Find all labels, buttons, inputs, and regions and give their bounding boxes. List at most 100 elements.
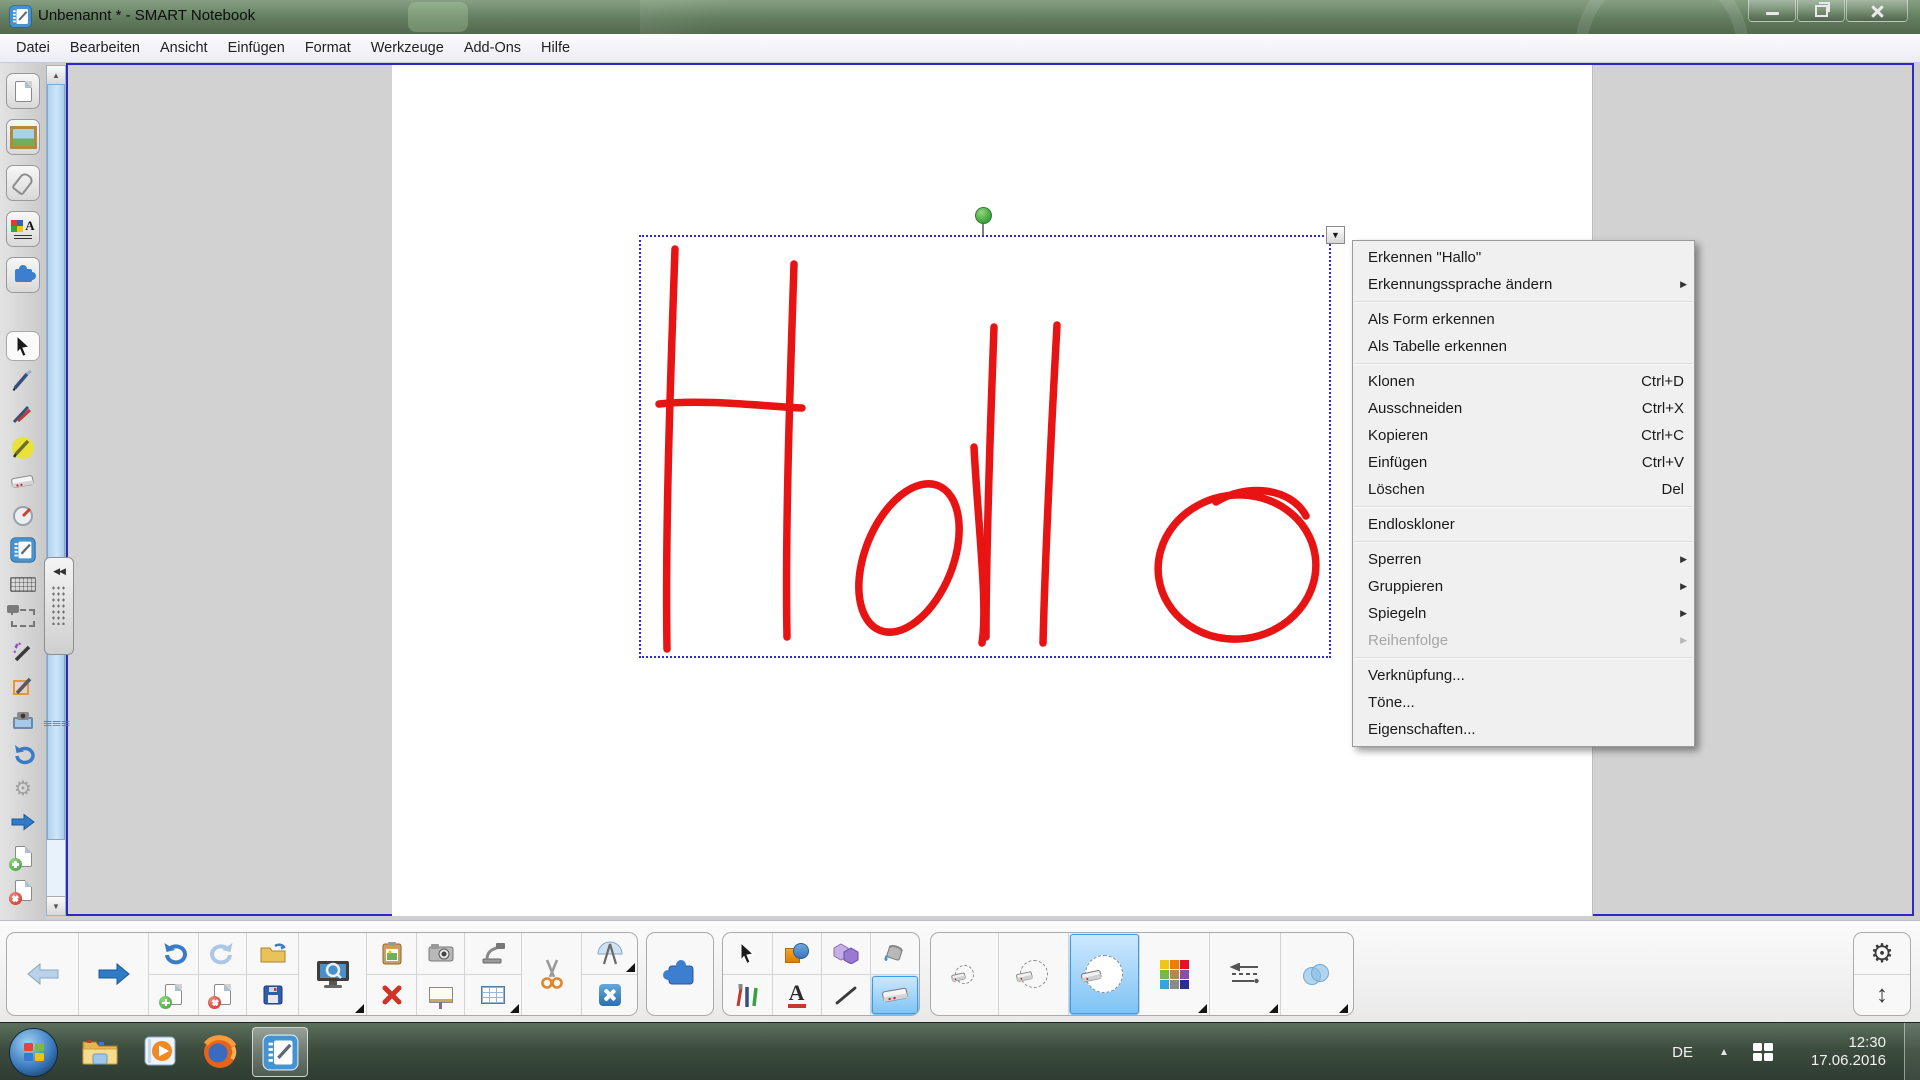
- context-item-gruppieren[interactable]: Gruppieren ▶: [1353, 573, 1694, 600]
- sidebar-tab-page-sorter[interactable]: [6, 73, 40, 109]
- context-item-erkennungssprache[interactable]: Erkennungssprache ändern ▶: [1353, 271, 1694, 298]
- sidebar-tool-add-page[interactable]: [6, 841, 40, 871]
- windows-update-tray-icon[interactable]: [1753, 1043, 1773, 1061]
- sidebar-tool-magic-pen[interactable]: [6, 637, 40, 667]
- eraser-large-button[interactable]: [1069, 933, 1140, 1015]
- taskbar-app-firefox[interactable]: [192, 1027, 248, 1077]
- sidebar-tool-pen[interactable]: [6, 365, 40, 395]
- show-hide-button[interactable]: [582, 975, 637, 1016]
- undo-button[interactable]: [149, 933, 198, 975]
- sidebar-tool-screen-capture[interactable]: [6, 603, 40, 633]
- context-item-endloskloner[interactable]: Endloskloner: [1353, 511, 1694, 538]
- sidebar-tab-gallery[interactable]: [6, 119, 40, 155]
- object-menu-button[interactable]: ▼: [1326, 226, 1345, 244]
- menu-addons[interactable]: Add-Ons: [454, 36, 531, 60]
- pens-tool-button[interactable]: [723, 975, 772, 1016]
- sidebar-tool-compass[interactable]: [6, 501, 40, 531]
- toolbar-settings-button[interactable]: ⚙: [1854, 933, 1910, 975]
- context-item-als-tabelle[interactable]: Als Tabelle erkennen: [1353, 333, 1694, 360]
- taskbar-app-explorer[interactable]: [72, 1027, 128, 1077]
- color-palette-button[interactable]: [1140, 933, 1210, 1015]
- screen-shade-button[interactable]: [417, 975, 464, 1016]
- close-button[interactable]: [1846, 0, 1908, 22]
- context-item-eigenschaften[interactable]: Eigenschaften...: [1353, 716, 1694, 743]
- sidebar-tab-attachments[interactable]: [6, 165, 40, 201]
- move-toolbar-button[interactable]: ↕: [1854, 975, 1910, 1016]
- eraser-medium-button[interactable]: [999, 933, 1069, 1015]
- paste-button[interactable]: [367, 933, 416, 975]
- menu-ansicht[interactable]: Ansicht: [150, 36, 218, 60]
- context-item-spiegeln[interactable]: Spiegeln ▶: [1353, 600, 1694, 627]
- sidebar-tool-calligraphy-pen[interactable]: [6, 399, 40, 429]
- cut-button[interactable]: [522, 933, 582, 1015]
- sidebar-tool-select[interactable]: [6, 331, 40, 361]
- redo-button[interactable]: [199, 933, 246, 975]
- sidebar-tab-addons[interactable]: [6, 257, 40, 293]
- context-item-erkennen-hallo[interactable]: Erkennen "Hallo": [1353, 244, 1694, 271]
- context-item-verknuepfung[interactable]: Verknüpfung...: [1353, 662, 1694, 689]
- shapes-tool-button[interactable]: [773, 933, 821, 975]
- menu-bearbeiten[interactable]: Bearbeiten: [60, 36, 150, 60]
- sidebar-tool-eraser[interactable]: [6, 467, 40, 497]
- context-item-kopieren[interactable]: Kopieren Ctrl+C: [1353, 422, 1694, 449]
- context-item-klonen[interactable]: Klonen Ctrl+D: [1353, 368, 1694, 395]
- transparency-button[interactable]: [1281, 933, 1350, 1015]
- line-tool-button[interactable]: [822, 975, 871, 1016]
- delete-page-button[interactable]: [199, 975, 246, 1016]
- context-item-ausschneiden[interactable]: Ausschneiden Ctrl+X: [1353, 395, 1694, 422]
- scroll-up-button[interactable]: ▲: [47, 66, 65, 85]
- sidebar-tool-settings[interactable]: ⚙: [6, 773, 40, 803]
- fill-tool-button[interactable]: [871, 933, 919, 975]
- measurement-tools-button[interactable]: [582, 933, 637, 975]
- sidebar-tool-forward[interactable]: [6, 807, 40, 837]
- eraser-small-button[interactable]: [931, 933, 999, 1015]
- table-button[interactable]: [465, 975, 521, 1016]
- restore-button[interactable]: [1797, 0, 1845, 22]
- add-page-button[interactable]: [149, 975, 198, 1016]
- show-desktop-button[interactable]: [1904, 1023, 1920, 1080]
- rotate-handle[interactable]: [975, 207, 992, 224]
- text-tool-button[interactable]: A: [773, 975, 821, 1016]
- taskbar-app-media-player[interactable]: [132, 1027, 188, 1077]
- taskbar-app-smart-notebook[interactable]: [252, 1027, 308, 1077]
- language-indicator[interactable]: DE: [1672, 1044, 1693, 1061]
- sidebar-tool-undo[interactable]: [6, 739, 40, 769]
- eraser-tool-button[interactable]: [871, 975, 919, 1016]
- screen-capture-button[interactable]: [417, 933, 464, 975]
- minimize-button[interactable]: [1748, 0, 1796, 22]
- start-button[interactable]: [9, 1028, 58, 1077]
- delete-button[interactable]: [367, 975, 416, 1016]
- menu-datei[interactable]: Datei: [6, 36, 60, 60]
- sidebar-tool-camera-image[interactable]: [6, 705, 40, 735]
- document-camera-button[interactable]: [465, 933, 521, 975]
- back-button[interactable]: [7, 933, 79, 1015]
- scrollbar-grip[interactable]: ≡≡≡: [47, 721, 65, 727]
- save-button[interactable]: [247, 975, 298, 1016]
- screen-magnifier-button[interactable]: [299, 933, 367, 1015]
- context-item-toene[interactable]: Töne...: [1353, 689, 1694, 716]
- forward-button[interactable]: [79, 933, 149, 1015]
- open-button[interactable]: [247, 933, 298, 975]
- regular-polygons-button[interactable]: [822, 933, 871, 975]
- context-item-loeschen[interactable]: Löschen Del: [1353, 476, 1694, 503]
- line-style-button[interactable]: [1210, 933, 1281, 1015]
- sidebar-tool-notebook[interactable]: [6, 535, 40, 565]
- menu-format[interactable]: Format: [295, 36, 361, 60]
- context-item-sperren[interactable]: Sperren ▶: [1353, 546, 1694, 573]
- sidebar-tab-properties[interactable]: A: [6, 211, 40, 247]
- sidebar-tool-shape-pen[interactable]: [6, 671, 40, 701]
- menu-werkzeuge[interactable]: Werkzeuge: [361, 36, 454, 60]
- context-item-einfuegen[interactable]: Einfügen Ctrl+V: [1353, 449, 1694, 476]
- sidebar-tool-highlighter[interactable]: [6, 433, 40, 463]
- menu-einfuegen[interactable]: Einfügen: [218, 36, 295, 60]
- select-tool-button[interactable]: [723, 933, 772, 975]
- show-hidden-icons-button[interactable]: ▲: [1719, 1047, 1729, 1058]
- menu-hilfe[interactable]: Hilfe: [531, 36, 580, 60]
- addons-button[interactable]: [647, 933, 713, 1015]
- sidebar-tool-keyboard[interactable]: [6, 569, 40, 599]
- scroll-down-button[interactable]: ▼: [47, 896, 65, 915]
- clock[interactable]: 12:30 17.06.2016: [1811, 1034, 1886, 1070]
- sidebar-tool-delete-page[interactable]: [6, 875, 40, 905]
- sidebar-collapse-tab[interactable]: ◀◀: [44, 557, 74, 655]
- selection-box[interactable]: [639, 235, 1331, 658]
